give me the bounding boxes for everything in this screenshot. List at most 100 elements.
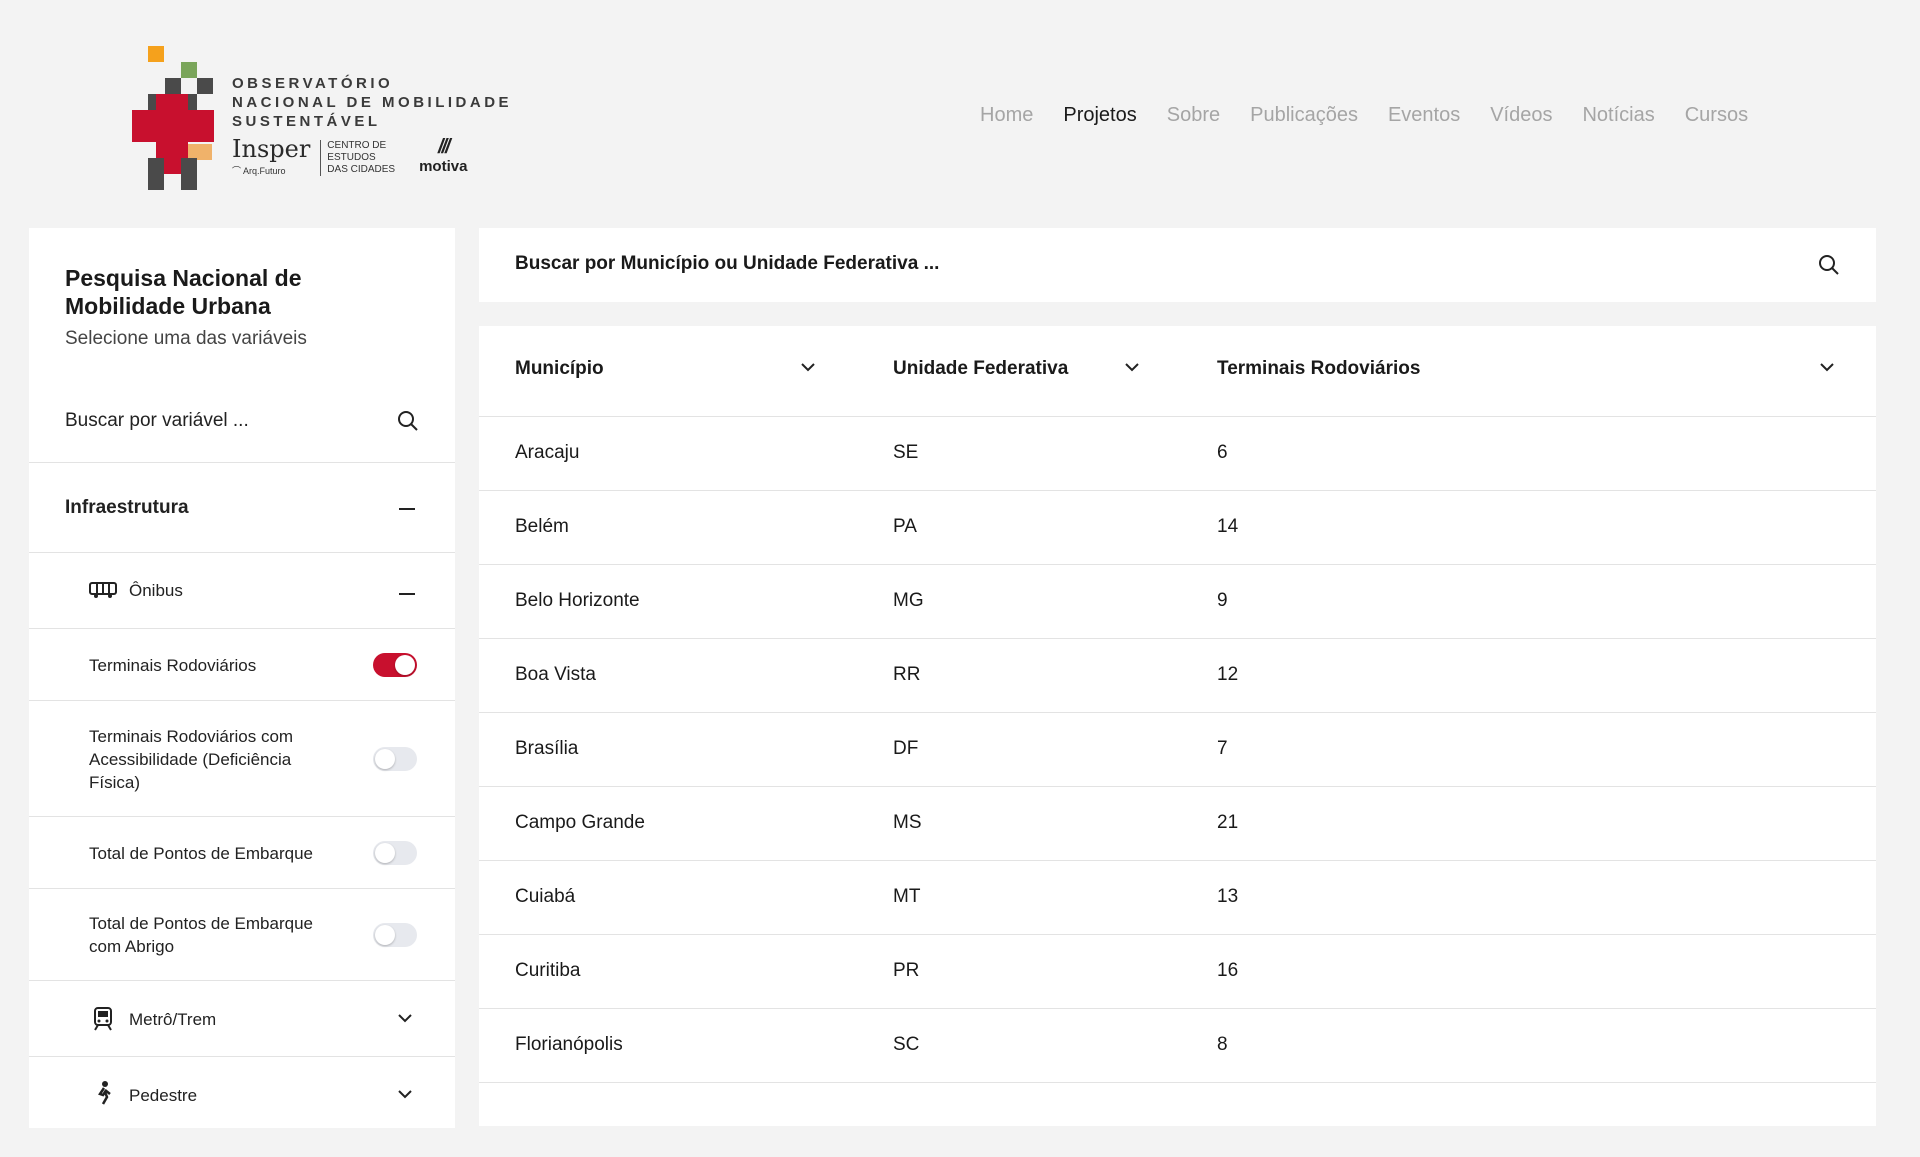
cell-municipio: Cuiabá [515, 886, 576, 907]
subcategory-label: Metrô/Trem [129, 1010, 217, 1029]
observatorio-logo[interactable]: OBSERVATÓRIO NACIONAL DE MOBILIDADE SUST… [130, 44, 550, 190]
category-label: Infraestrutura [65, 497, 189, 518]
variable-item[interactable]: Total de Pontos de Embarque com Abrigo [29, 888, 455, 981]
chevron-down-icon[interactable] [1819, 362, 1835, 372]
table-row: Aracaju SE 6 [479, 416, 1876, 491]
cell-municipio: Brasília [515, 738, 579, 759]
cell-uf: PA [893, 516, 917, 537]
search-icon[interactable] [397, 410, 419, 432]
variable-toggle[interactable] [373, 923, 417, 947]
cell-uf: MG [893, 590, 924, 611]
column-header-unidade-federativa[interactable]: Unidade Federativa [893, 358, 1068, 380]
cell-uf: SC [893, 1034, 920, 1055]
variable-toggle[interactable] [373, 747, 417, 771]
variable-item[interactable]: Terminais Rodoviários [29, 628, 455, 701]
variable-toggle[interactable] [373, 653, 417, 677]
logo-pixel [181, 62, 197, 78]
cell-value: 21 [1217, 812, 1239, 833]
municipality-search-placeholder: Buscar por Município ou Unidade Federati… [515, 253, 940, 274]
cell-value: 13 [1217, 886, 1239, 907]
category-infraestrutura[interactable]: Infraestrutura [29, 462, 455, 553]
chevron-down-icon[interactable] [800, 362, 816, 372]
logo-pixel [181, 158, 197, 174]
variable-label: Terminais Rodoviários [89, 656, 257, 675]
cell-municipio: Curitiba [515, 960, 581, 981]
variable-toggle[interactable] [373, 841, 417, 865]
main-navigation: Home Projetos Sobre Publicações Eventos … [980, 104, 1748, 127]
nav-eventos[interactable]: Eventos [1388, 104, 1460, 127]
toggle-knob [375, 843, 395, 863]
subcategory-onibus[interactable]: Ônibus [29, 552, 455, 629]
nav-publicacoes[interactable]: Publicações [1250, 104, 1358, 127]
sidebar-subtitle: Selecione uma das variáveis [65, 328, 307, 349]
logo-pixel [165, 78, 181, 94]
sidebar-title: Pesquisa Nacional de Mobilidade Urbana [65, 265, 302, 319]
chevron-down-icon[interactable] [397, 1013, 413, 1023]
logo-pixel [148, 46, 164, 62]
table-header: Município Unidade Federativa Terminais R… [479, 326, 1876, 416]
variable-search-placeholder: Buscar por variável ... [65, 410, 249, 431]
cell-uf: DF [893, 738, 919, 759]
collapse-icon[interactable] [399, 508, 415, 510]
logo-line-3: SUSTENTÁVEL [232, 113, 381, 130]
cell-value: 9 [1217, 590, 1228, 611]
insper-logo: Insper ⌒ Arq.Futuro [232, 136, 310, 177]
logo-pixel [148, 174, 164, 190]
nav-home[interactable]: Home [980, 104, 1033, 127]
cell-municipio: Boa Vista [515, 664, 596, 685]
cell-uf: SE [893, 442, 919, 463]
chevron-down-icon[interactable] [1124, 362, 1140, 372]
nav-sobre[interactable]: Sobre [1167, 104, 1220, 127]
insper-wordmark: Insper [232, 135, 311, 163]
cell-value: 7 [1217, 738, 1228, 759]
cec-line-3: das Cidades [327, 164, 396, 175]
table-row: Boa Vista RR 12 [479, 638, 1876, 713]
logo-pixel [148, 158, 164, 174]
cell-uf: RR [893, 664, 921, 685]
motiva-mark-icon: /// [437, 136, 451, 158]
nav-cursos[interactable]: Cursos [1685, 104, 1748, 127]
table-row: Florianópolis SC 8 [479, 1008, 1876, 1083]
municipality-search-input[interactable]: Buscar por Município ou Unidade Federati… [479, 228, 1876, 302]
logo-line-2: NACIONAL DE MOBILIDADE [232, 94, 513, 111]
pedestrian-icon [98, 1081, 111, 1105]
nav-projetos[interactable]: Projetos [1063, 104, 1136, 127]
variable-item[interactable]: Terminais Rodoviários com Acessibilidade… [29, 700, 455, 817]
variable-item[interactable]: Total de Pontos de Embarque [29, 816, 455, 889]
table-row-divider [479, 1082, 1876, 1157]
column-header-terminais-rodoviarios[interactable]: Terminais Rodoviários [1217, 358, 1420, 380]
subcategory-label: Pedestre [129, 1086, 198, 1105]
cell-uf: MT [893, 886, 921, 907]
partner-logos: Insper ⌒ Arq.Futuro Centro de Estudos da… [232, 136, 467, 177]
train-icon [94, 1007, 112, 1031]
nav-videos[interactable]: Vídeos [1490, 104, 1552, 127]
cell-municipio: Campo Grande [515, 812, 645, 833]
variable-search-input[interactable]: Buscar por variável ... [65, 406, 419, 436]
variable-label: Terminais Rodoviários com Acessibilidade… [89, 727, 294, 792]
subcategory-metro-trem[interactable]: Metrô/Trem [29, 980, 455, 1057]
toggle-knob [395, 655, 415, 675]
cell-municipio: Florianópolis [515, 1034, 623, 1055]
cell-value: 16 [1217, 960, 1239, 981]
table-row: Belém PA 14 [479, 490, 1876, 565]
collapse-icon[interactable] [399, 593, 415, 595]
search-icon[interactable] [1818, 254, 1840, 276]
subcategory-pedestre[interactable]: Pedestre [29, 1056, 455, 1133]
cell-value: 12 [1217, 664, 1239, 685]
cell-uf: PR [893, 960, 920, 981]
data-table: Município Unidade Federativa Terminais R… [479, 326, 1876, 1126]
nav-noticias[interactable]: Notícias [1582, 104, 1654, 127]
logo-pixel [197, 78, 213, 94]
bus-icon [89, 582, 117, 598]
arq-futuro-text: Arq.Futuro [243, 166, 286, 176]
arq-futuro-logo: ⌒ Arq.Futuro [232, 164, 310, 177]
column-header-municipio[interactable]: Município [515, 358, 604, 380]
cell-municipio: Aracaju [515, 442, 580, 463]
table-row: Curitiba PR 16 [479, 934, 1876, 1009]
cell-municipio: Belém [515, 516, 569, 537]
motiva-logo: /// motiva [419, 136, 467, 175]
chevron-down-icon[interactable] [397, 1089, 413, 1099]
cell-uf: MS [893, 812, 922, 833]
logo-pixel [181, 174, 197, 190]
cell-value: 8 [1217, 1034, 1228, 1055]
